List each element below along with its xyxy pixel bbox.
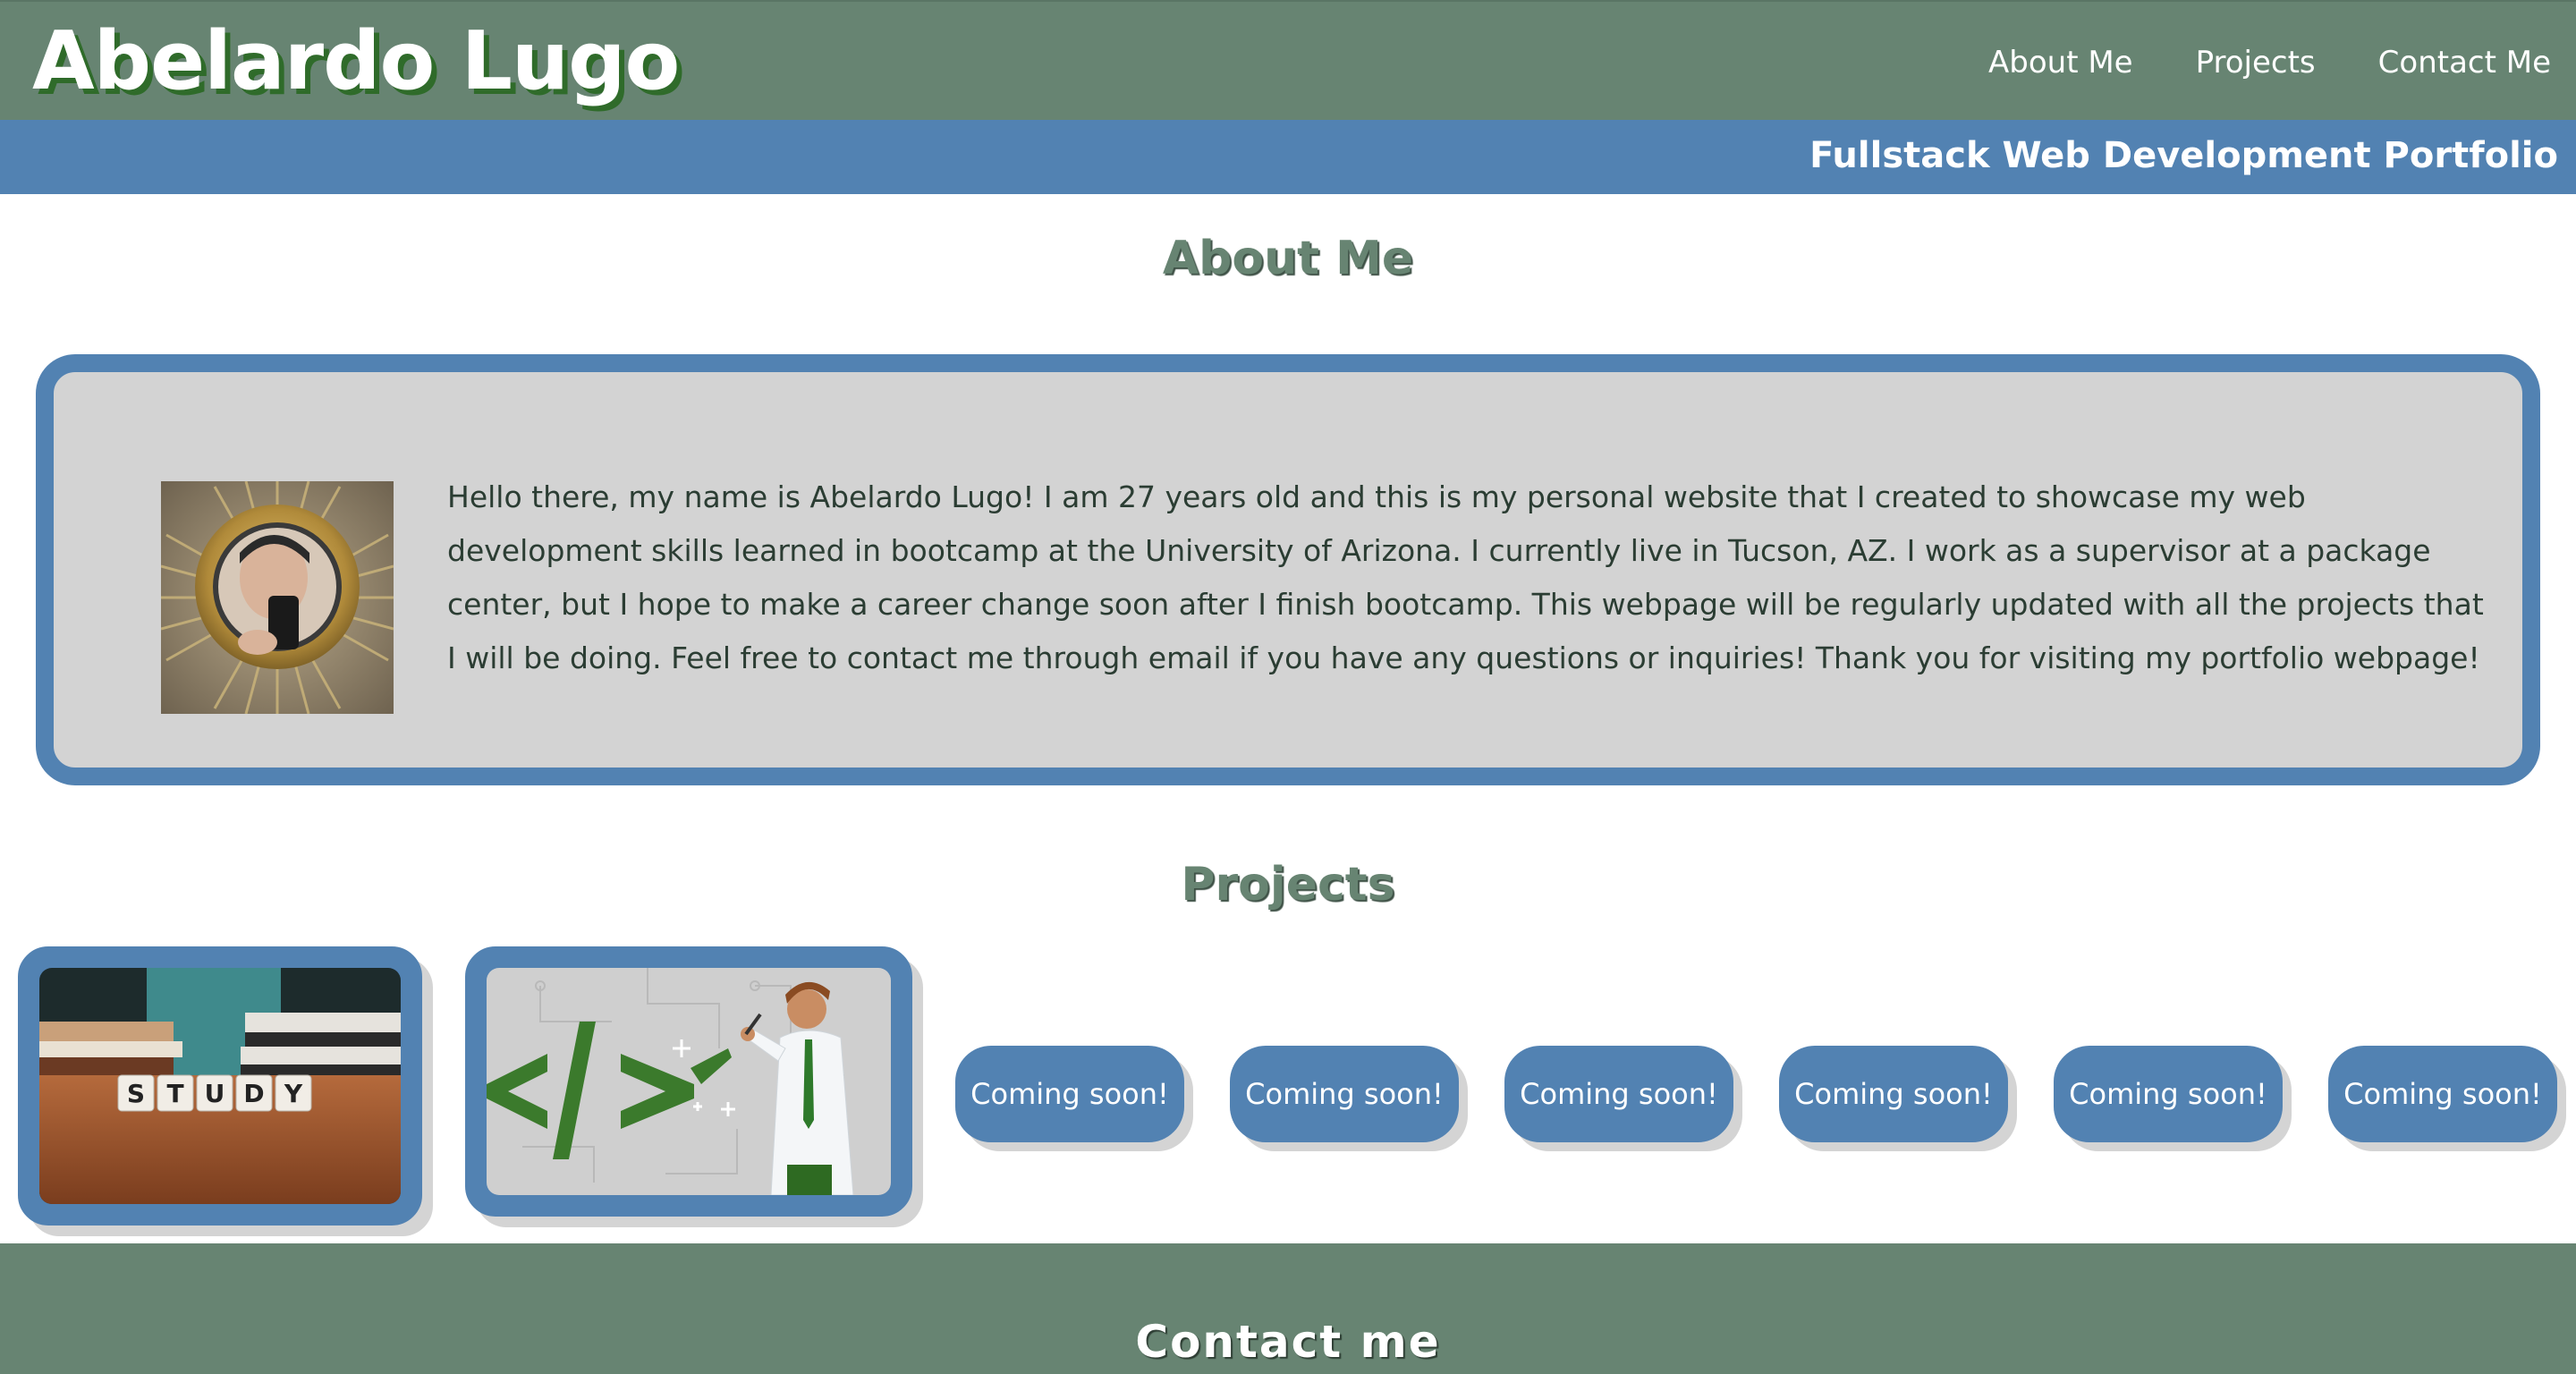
nav-link-projects[interactable]: Projects [2196, 36, 2316, 89]
main-nav: About Me Projects Contact Me [1988, 36, 2551, 89]
about-me-text: Hello there, my name is Abelardo Lugo! I… [447, 479, 2484, 675]
projects-heading: Projects [1181, 858, 1395, 912]
coming-soon-button-6[interactable]: Coming soon! [2328, 1046, 2557, 1142]
project-card-study[interactable]: S T U D Y [18, 946, 422, 1226]
contact-me-heading: Contact me [1135, 1316, 1441, 1368]
subtitle-bar: Fullstack Web Development Portfolio [0, 120, 2576, 194]
coming-soon-button-4[interactable]: Coming soon! [1779, 1046, 2008, 1142]
about-me-heading: About Me [1162, 232, 1414, 285]
about-me-card: Hello there, my name is Abelardo Lugo! I… [36, 354, 2540, 785]
code-illustration-image [487, 968, 891, 1195]
site-subtitle: Fullstack Web Development Portfolio [1809, 135, 2558, 176]
profile-photo [161, 481, 394, 714]
study-letter-4: D [243, 1079, 264, 1108]
study-letter-5: Y [284, 1079, 303, 1108]
project-thumbnail-code [487, 968, 891, 1195]
project-card-code[interactable] [465, 946, 912, 1217]
study-image: S T U D Y [39, 968, 401, 1204]
coming-soon-button-3[interactable]: Coming soon! [1504, 1046, 1733, 1142]
coming-soon-button-2[interactable]: Coming soon! [1230, 1046, 1459, 1142]
profile-photo-image [161, 481, 394, 714]
nav-link-contact-me[interactable]: Contact Me [2378, 36, 2551, 89]
site-header: Abelardo Lugo About Me Projects Contact … [0, 0, 2576, 194]
nav-link-about-me[interactable]: About Me [1988, 36, 2133, 89]
coming-soon-button-5[interactable]: Coming soon! [2054, 1046, 2283, 1142]
study-letter-1: S [127, 1079, 145, 1108]
header-top-bar: Abelardo Lugo About Me Projects Contact … [0, 0, 2576, 120]
coming-soon-button-1[interactable]: Coming soon! [955, 1046, 1184, 1142]
study-letter-2: T [166, 1079, 183, 1108]
study-letter-3: U [205, 1079, 225, 1108]
site-title: Abelardo Lugo [32, 14, 680, 108]
site-footer: Contact me [0, 1243, 2576, 1374]
project-thumbnail-study: S T U D Y [39, 968, 401, 1204]
